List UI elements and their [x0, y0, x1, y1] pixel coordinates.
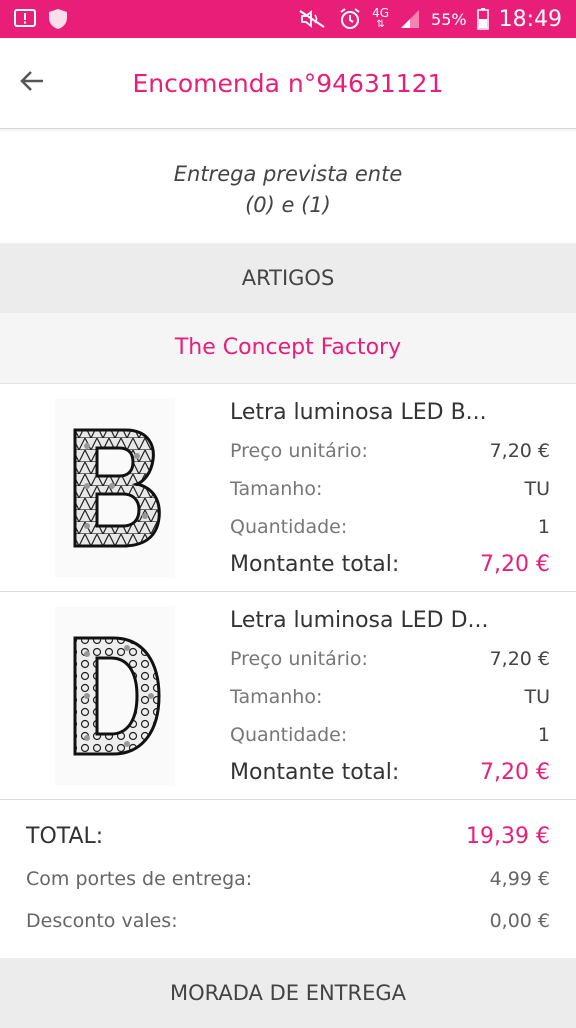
status-bar: 4G ⇅ 55% 18:49 [0, 0, 576, 38]
status-time: 18:49 [498, 6, 562, 32]
order-item[interactable]: Letra luminosa LED B... Preço unitário: … [0, 384, 576, 592]
item-details: Letra luminosa LED B... Preço unitário: … [230, 384, 576, 591]
discount-label: Desconto vales: [26, 910, 178, 932]
product-thumbnail [0, 384, 230, 591]
articles-section-header: ARTIGOS [0, 243, 576, 313]
product-image-letter-b [55, 397, 175, 578]
shipping-row: Com portes de entrega: 4,99 € [26, 858, 550, 900]
order-total-value: 19,39 € [466, 824, 550, 849]
mute-icon [298, 9, 328, 29]
product-image-letter-d [55, 605, 175, 786]
quantity-value: 1 [537, 724, 550, 746]
order-summary: TOTAL: 19,39 € Com portes de entrega: 4,… [0, 800, 576, 950]
product-thumbnail [0, 592, 230, 799]
item-total-row: Montante total: 7,20 € [230, 546, 550, 584]
order-total-label: TOTAL: [26, 824, 104, 849]
product-name: Letra luminosa LED B... [230, 400, 487, 425]
order-total-row: TOTAL: 19,39 € [26, 816, 550, 858]
unit-price-row: Preço unitário: 7,20 € [230, 432, 550, 470]
network-label: 4G [372, 6, 390, 20]
order-item[interactable]: Letra luminosa LED D... Preço unitário: … [0, 592, 576, 800]
arrow-back-icon [18, 67, 46, 99]
discount-value: 0,00 € [489, 910, 550, 932]
item-total-value: 7,20 € [480, 760, 550, 785]
delivery-estimate: Entrega prevista ente (0) e (1) [0, 129, 576, 243]
shipping-value: 4,99 € [489, 868, 550, 890]
alert-icon [14, 9, 36, 29]
seller-name[interactable]: The Concept Factory [0, 313, 576, 384]
shipping-label: Com portes de entrega: [26, 868, 253, 890]
page-title: Encomenda n°94631121 [132, 68, 444, 98]
battery-icon [476, 8, 489, 30]
unit-price-row: Preço unitário: 7,20 € [230, 640, 550, 678]
quantity-row: Quantidade: 1 [230, 716, 550, 754]
quantity-row: Quantidade: 1 [230, 508, 550, 546]
back-button[interactable] [0, 38, 64, 128]
item-details: Letra luminosa LED D... Preço unitário: … [230, 592, 576, 799]
delivery-line-1: Entrega prevista ente [173, 162, 403, 186]
unit-price-value: 7,20 € [489, 648, 550, 670]
size-row: Tamanho: TU [230, 470, 550, 508]
unit-price-value: 7,20 € [489, 440, 550, 462]
size-value: TU [524, 686, 550, 708]
signal-icon [399, 9, 421, 29]
item-total-value: 7,20 € [480, 552, 550, 577]
delivery-line-2: (0) e (1) [245, 193, 331, 217]
shield-icon [48, 8, 68, 30]
alarm-icon [338, 7, 362, 31]
size-label: Tamanho: [230, 686, 323, 708]
item-total-label: Montante total: [230, 760, 400, 785]
size-value: TU [524, 478, 550, 500]
delivery-address-section-header: MORADA DE ENTREGA [0, 958, 576, 1028]
product-name: Letra luminosa LED D... [230, 608, 489, 633]
unit-price-label: Preço unitário: [230, 440, 368, 462]
battery-percent: 55% [431, 9, 467, 29]
network-icon: 4G ⇅ [372, 6, 390, 30]
size-label: Tamanho: [230, 478, 323, 500]
item-total-row: Montante total: 7,20 € [230, 754, 550, 792]
quantity-label: Quantidade: [230, 516, 348, 538]
size-row: Tamanho: TU [230, 678, 550, 716]
quantity-label: Quantidade: [230, 724, 348, 746]
app-bar: Encomenda n°94631121 [0, 38, 576, 129]
unit-price-label: Preço unitário: [230, 648, 368, 670]
discount-row: Desconto vales: 0,00 € [26, 900, 550, 942]
quantity-value: 1 [537, 516, 550, 538]
item-total-label: Montante total: [230, 552, 400, 577]
